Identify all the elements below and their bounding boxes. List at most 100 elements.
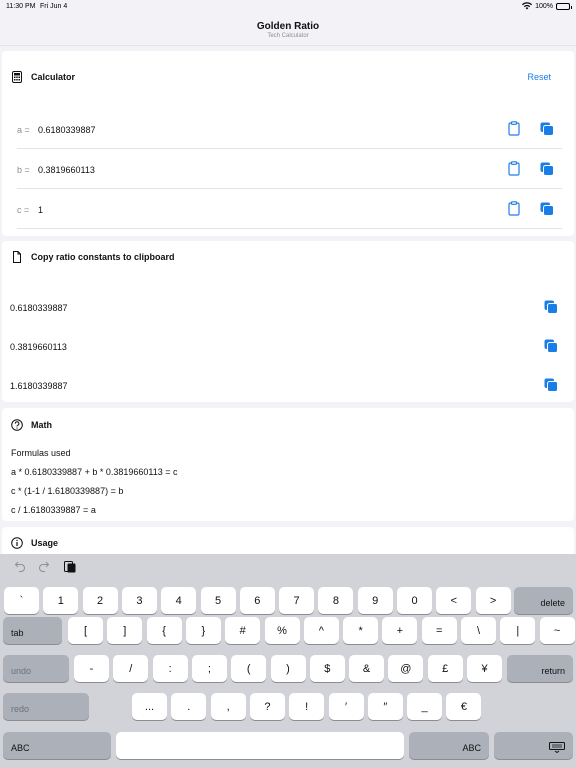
key[interactable]: 6	[239, 587, 275, 614]
paste-icon[interactable]	[64, 560, 76, 573]
key[interactable]: ^	[303, 617, 339, 644]
clipboard-icon[interactable]	[508, 161, 520, 176]
status-right: 100%	[522, 2, 572, 10]
battery-percent: 100%	[535, 2, 553, 10]
constant-row-2[interactable]: 0.3819660113	[10, 330, 570, 368]
key[interactable]: }	[185, 617, 221, 644]
usage-header: Usage	[11, 537, 58, 549]
key[interactable]: >	[475, 587, 511, 614]
key[interactable]: 0	[397, 587, 432, 614]
input-row-a[interactable]: a = 0.6180339887	[17, 109, 562, 149]
copy-icon[interactable]	[540, 122, 554, 136]
undo-arrow-icon[interactable]	[14, 560, 26, 572]
key[interactable]: )	[270, 655, 306, 682]
battery-icon	[556, 2, 572, 10]
key[interactable]: !	[289, 693, 325, 720]
key[interactable]: ″	[367, 693, 403, 720]
navigation-bar: Golden Ratio Tech Calculator	[0, 14, 576, 46]
key[interactable]: 9	[357, 587, 393, 614]
key[interactable]: <	[436, 587, 472, 614]
space-bar[interactable]	[116, 732, 404, 759]
key[interactable]: ~	[539, 617, 575, 644]
tab-key[interactable]: tab	[3, 617, 62, 644]
keyboard-dismiss-icon	[549, 742, 565, 753]
key[interactable]: -	[74, 655, 109, 682]
key[interactable]: /	[113, 655, 149, 682]
key[interactable]: £	[427, 655, 463, 682]
copy-icon[interactable]	[540, 202, 554, 216]
wifi-icon	[522, 2, 533, 10]
page-subtitle: Tech Calculator	[267, 33, 309, 39]
key[interactable]: $	[309, 655, 345, 682]
delete-key[interactable]: delete	[514, 587, 573, 614]
clipboard-icon[interactable]	[508, 121, 520, 136]
key[interactable]: ]	[107, 617, 143, 644]
key[interactable]: ;	[191, 655, 227, 682]
key[interactable]: `	[4, 587, 39, 614]
key[interactable]: :	[152, 655, 188, 682]
key[interactable]: =	[421, 617, 457, 644]
copy-icon[interactable]	[540, 162, 554, 176]
redo-arrow-icon[interactable]	[38, 560, 50, 572]
key[interactable]: [	[68, 617, 103, 644]
formula-2: c * (1-1 / 1.6180339887) = b	[11, 486, 124, 496]
input-field-c[interactable]: 1	[38, 205, 43, 215]
question-circle-icon	[11, 419, 23, 431]
key[interactable]: %	[264, 617, 300, 644]
calculator-card: Calculator Reset a = 0.6180339887 b = 0.…	[2, 51, 574, 236]
return-key[interactable]: return	[507, 655, 573, 682]
abc-key-right[interactable]: ABC	[409, 732, 489, 759]
key[interactable]: ...	[132, 693, 167, 720]
copy-icon[interactable]	[544, 339, 558, 353]
status-date: Fri Jun 4	[40, 3, 68, 10]
constants-title: Copy ratio constants to clipboard	[31, 252, 175, 262]
input-row-c[interactable]: c = 1	[17, 189, 562, 229]
key[interactable]: ′	[328, 693, 364, 720]
input-label-c: c =	[17, 205, 30, 215]
usage-title: Usage	[31, 538, 59, 548]
key[interactable]: 3	[121, 587, 157, 614]
constant-row-1[interactable]: 0.6180339887	[10, 291, 570, 329]
key[interactable]: @	[388, 655, 424, 682]
redo-key[interactable]: redo	[3, 693, 89, 720]
constant-row-3[interactable]: 1.6180339887	[10, 369, 570, 407]
key[interactable]: +	[382, 617, 418, 644]
key[interactable]: _	[407, 693, 443, 720]
key[interactable]: .	[171, 693, 207, 720]
clipboard-icon[interactable]	[508, 201, 520, 216]
key[interactable]: ,	[210, 693, 246, 720]
input-field-b[interactable]: 0.3819660113	[38, 165, 95, 175]
key[interactable]: 7	[279, 587, 315, 614]
key[interactable]: (	[231, 655, 267, 682]
key[interactable]: &	[349, 655, 385, 682]
key[interactable]: ¥	[467, 655, 502, 682]
input-row-b[interactable]: b = 0.3819660113	[17, 149, 562, 189]
key[interactable]: 2	[82, 587, 118, 614]
key[interactable]: 4	[161, 587, 197, 614]
key[interactable]: 8	[318, 587, 354, 614]
key[interactable]: #	[225, 617, 261, 644]
reset-button[interactable]: Reset	[527, 72, 551, 82]
constants-header: Copy ratio constants to clipboard	[11, 251, 175, 263]
status-time: 11:30 PM	[6, 3, 36, 10]
key[interactable]: €	[446, 693, 482, 720]
input-label-b: b =	[17, 165, 30, 175]
input-field-a[interactable]: 0.6180339887	[38, 125, 96, 135]
keyboard-dismiss-key[interactable]	[494, 732, 573, 759]
key[interactable]: |	[500, 617, 536, 644]
status-bar: 11:30 PM Fri Jun 4 100%	[0, 0, 576, 14]
key[interactable]: ?	[249, 693, 285, 720]
copy-icon[interactable]	[544, 300, 558, 314]
calculator-title: Calculator	[31, 72, 76, 82]
key[interactable]: 1	[43, 587, 79, 614]
math-header: Math	[11, 419, 52, 431]
copy-icon[interactable]	[544, 378, 558, 392]
key[interactable]: 5	[200, 587, 236, 614]
page-title: Golden Ratio	[256, 21, 320, 32]
key[interactable]: *	[343, 617, 379, 644]
math-title: Math	[31, 420, 52, 430]
key[interactable]: {	[146, 617, 182, 644]
key[interactable]: \	[461, 617, 496, 644]
undo-key[interactable]: undo	[3, 655, 69, 682]
abc-key-left[interactable]: ABC	[3, 732, 111, 759]
